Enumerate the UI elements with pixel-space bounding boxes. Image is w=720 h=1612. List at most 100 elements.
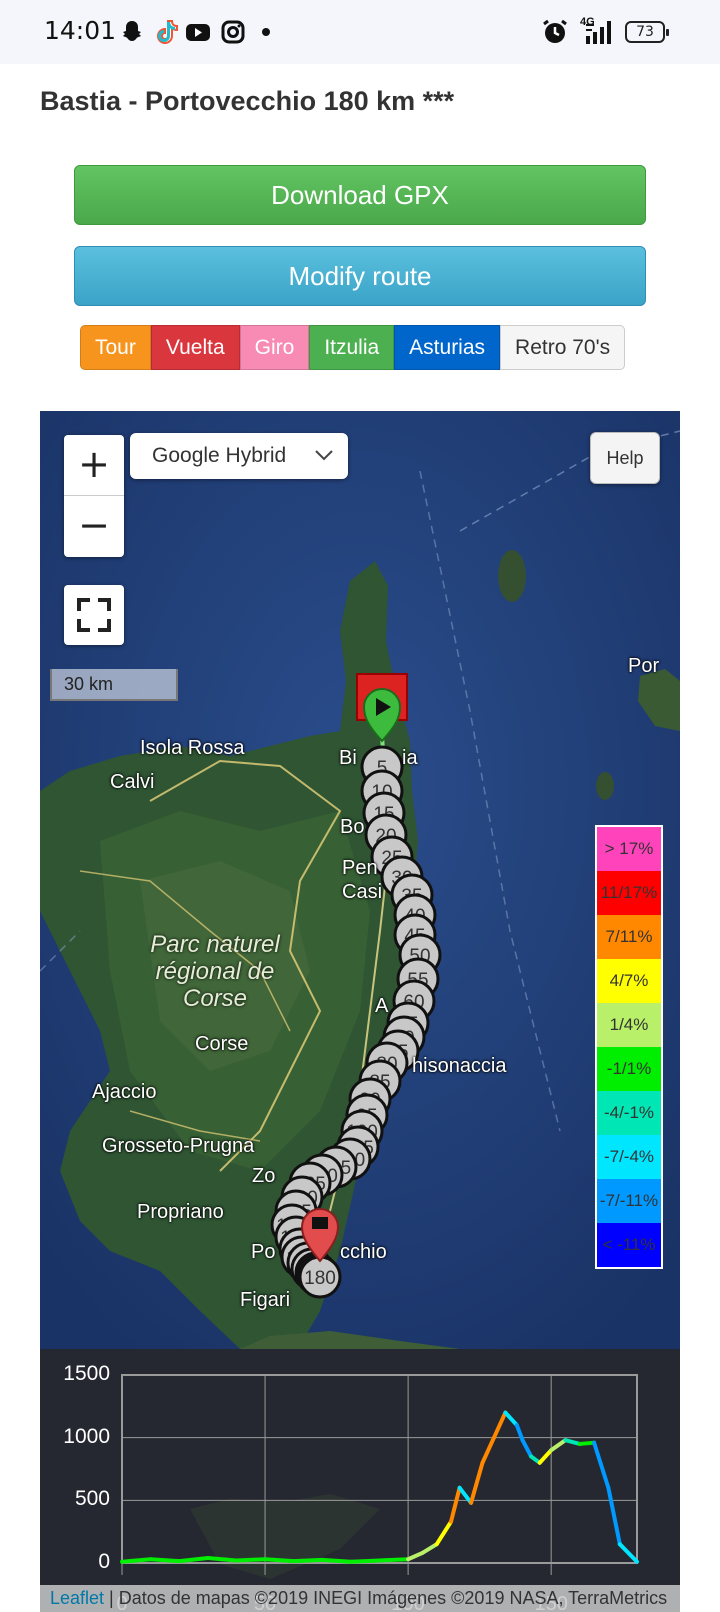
- place-porto-vecchio-b: cchio: [340, 1241, 387, 1263]
- legend-row: -7/-4%: [597, 1135, 661, 1179]
- place-grosseto: Grosseto-Prugna: [102, 1135, 255, 1157]
- place-figari: Figari: [240, 1289, 291, 1311]
- snapchat-icon: [123, 21, 141, 41]
- style-vuelta-button[interactable]: Vuelta: [150, 325, 240, 370]
- place-bastia-a: Bi: [339, 747, 357, 769]
- place-borgo: Bo: [340, 816, 365, 838]
- map-attribution: Leaflet | Datos de mapas ©2019 INEGI Imá…: [40, 1585, 680, 1612]
- elevation-segment: [563, 1438, 582, 1446]
- elevation-segment: [606, 1485, 622, 1547]
- park-label: Parc naturel régional de Corse: [150, 931, 280, 1012]
- elevation-segment: [263, 1557, 296, 1564]
- chevron-down-icon: [315, 450, 333, 461]
- place-zonza: Zo: [252, 1165, 276, 1187]
- alarm-icon: [543, 19, 567, 43]
- download-gpx-button[interactable]: Download GPX: [74, 165, 646, 225]
- status-bar: 14:01 4G 73: [0, 0, 720, 64]
- dot-icon: [262, 28, 270, 36]
- elevation-segment: [537, 1448, 554, 1465]
- elevation-segment: [434, 1519, 454, 1547]
- page-title: Bastia - Portovecchio 180 km ***: [40, 86, 455, 116]
- style-itzulia-button[interactable]: Itzulia: [309, 325, 395, 370]
- place-propriano: Propriano: [137, 1201, 224, 1223]
- map-layer-select[interactable]: Google Hybrid: [130, 433, 348, 479]
- elevation-segment: [377, 1557, 411, 1563]
- y-tick-label: 0: [98, 1550, 110, 1573]
- style-tour-button[interactable]: Tour: [80, 325, 151, 370]
- place-corse: Corse: [195, 1033, 249, 1055]
- y-tick-label: 500: [74, 1487, 110, 1511]
- elevation-segment: [577, 1440, 597, 1446]
- map-layer-value: Google Hybrid: [152, 444, 287, 467]
- style-button-group: Tour Vuelta Giro Itzulia Asturias Retro …: [80, 325, 626, 370]
- clock: 14:01: [44, 16, 117, 45]
- place-porto-vecchio-a: Po: [251, 1241, 276, 1263]
- zoom-in-button[interactable]: +: [64, 435, 124, 496]
- elevation-plot: [120, 1374, 639, 1579]
- legend-row: -7/-11%: [597, 1179, 661, 1223]
- place-ghisonaccia: hisonaccia: [412, 1055, 507, 1077]
- y-tick-label: 1500: [63, 1362, 110, 1385]
- elevation-segment: [617, 1542, 639, 1564]
- place-calvi: Calvi: [110, 771, 155, 793]
- tiktok-icon: [157, 20, 178, 44]
- elevation-segment: [148, 1557, 182, 1564]
- map-scale: 30 km: [50, 669, 178, 701]
- zoom-out-button[interactable]: −: [64, 496, 124, 557]
- plot-frame: [121, 1374, 638, 1564]
- elevation-segment: [348, 1558, 382, 1564]
- elevation-segment: [120, 1557, 153, 1564]
- fullscreen-icon: [77, 598, 111, 632]
- gradient-legend: > 17% 11/17% 7/11% 4/7% 1/4% -1/1% -4/-1% -7/-4…: [595, 825, 663, 1269]
- legend-row: 1/4%: [597, 1003, 661, 1047]
- legend-row: 11/17%: [597, 871, 661, 915]
- help-button[interactable]: Help: [590, 432, 660, 484]
- place-isola-rossa: Isola Rossa: [140, 737, 245, 759]
- place-ajaccio: Ajaccio: [92, 1081, 157, 1103]
- elevation-segment: [320, 1557, 353, 1564]
- elevation-segment: [520, 1438, 534, 1459]
- legend-row: < -11%: [597, 1223, 661, 1267]
- legend-row: 4/7%: [597, 959, 661, 1003]
- fullscreen-button[interactable]: [64, 585, 124, 645]
- place-aleria: A: [375, 995, 389, 1017]
- elevation-segment: [592, 1440, 611, 1490]
- style-retro-button[interactable]: Retro 70's: [500, 325, 626, 370]
- signal-icon: [586, 21, 611, 44]
- elevation-chart: 050010001500 050100150 Leaflet | Datos d…: [40, 1349, 680, 1612]
- elevation-segment: [549, 1438, 568, 1453]
- zoom-control: + −: [64, 435, 124, 557]
- style-giro-button[interactable]: Giro: [239, 325, 310, 370]
- y-tick-label: 1000: [63, 1424, 110, 1448]
- elevation-segment: [291, 1557, 325, 1564]
- map-tiles: 5101520253035404550556065707580859095100…: [40, 411, 680, 1349]
- youtube-icon: [186, 24, 210, 41]
- legend-row: -1/1%: [597, 1047, 661, 1091]
- place-porto: Por: [628, 655, 660, 677]
- km-marker[interactable]: 180: [298, 1255, 342, 1299]
- place-casinca: Casi: [342, 881, 383, 903]
- place-bastia-b: ia: [402, 747, 418, 769]
- place-penta: Pen: [342, 857, 378, 879]
- km-marker-label: 180: [304, 1268, 336, 1289]
- elevation-segment: [406, 1550, 425, 1562]
- elevation-segment: [469, 1460, 485, 1505]
- elevation-segment: [420, 1542, 439, 1555]
- elevation-segment: [449, 1485, 462, 1524]
- attribution-text: | Datos de mapas ©2019 INEGI Imágenes ©2…: [104, 1588, 668, 1608]
- elevation-segment: [234, 1557, 268, 1563]
- elevation-segment: [491, 1410, 508, 1440]
- legend-row: > 17%: [597, 827, 661, 871]
- legend-row: -4/-1%: [597, 1091, 661, 1135]
- route-map[interactable]: 5101520253035404550556065707580859095100…: [40, 411, 680, 1349]
- battery-icon: 73: [625, 21, 669, 43]
- elevation-segment: [480, 1435, 496, 1465]
- elevation-segment: [503, 1410, 519, 1428]
- style-asturias-button[interactable]: Asturias: [394, 325, 501, 370]
- elevation-segment: [205, 1555, 239, 1563]
- instagram-icon: [221, 20, 245, 44]
- elevation-segment: [177, 1555, 210, 1564]
- leaflet-link[interactable]: Leaflet: [50, 1588, 104, 1608]
- modify-route-button[interactable]: Modify route: [74, 246, 646, 306]
- legend-row: 7/11%: [597, 915, 661, 959]
